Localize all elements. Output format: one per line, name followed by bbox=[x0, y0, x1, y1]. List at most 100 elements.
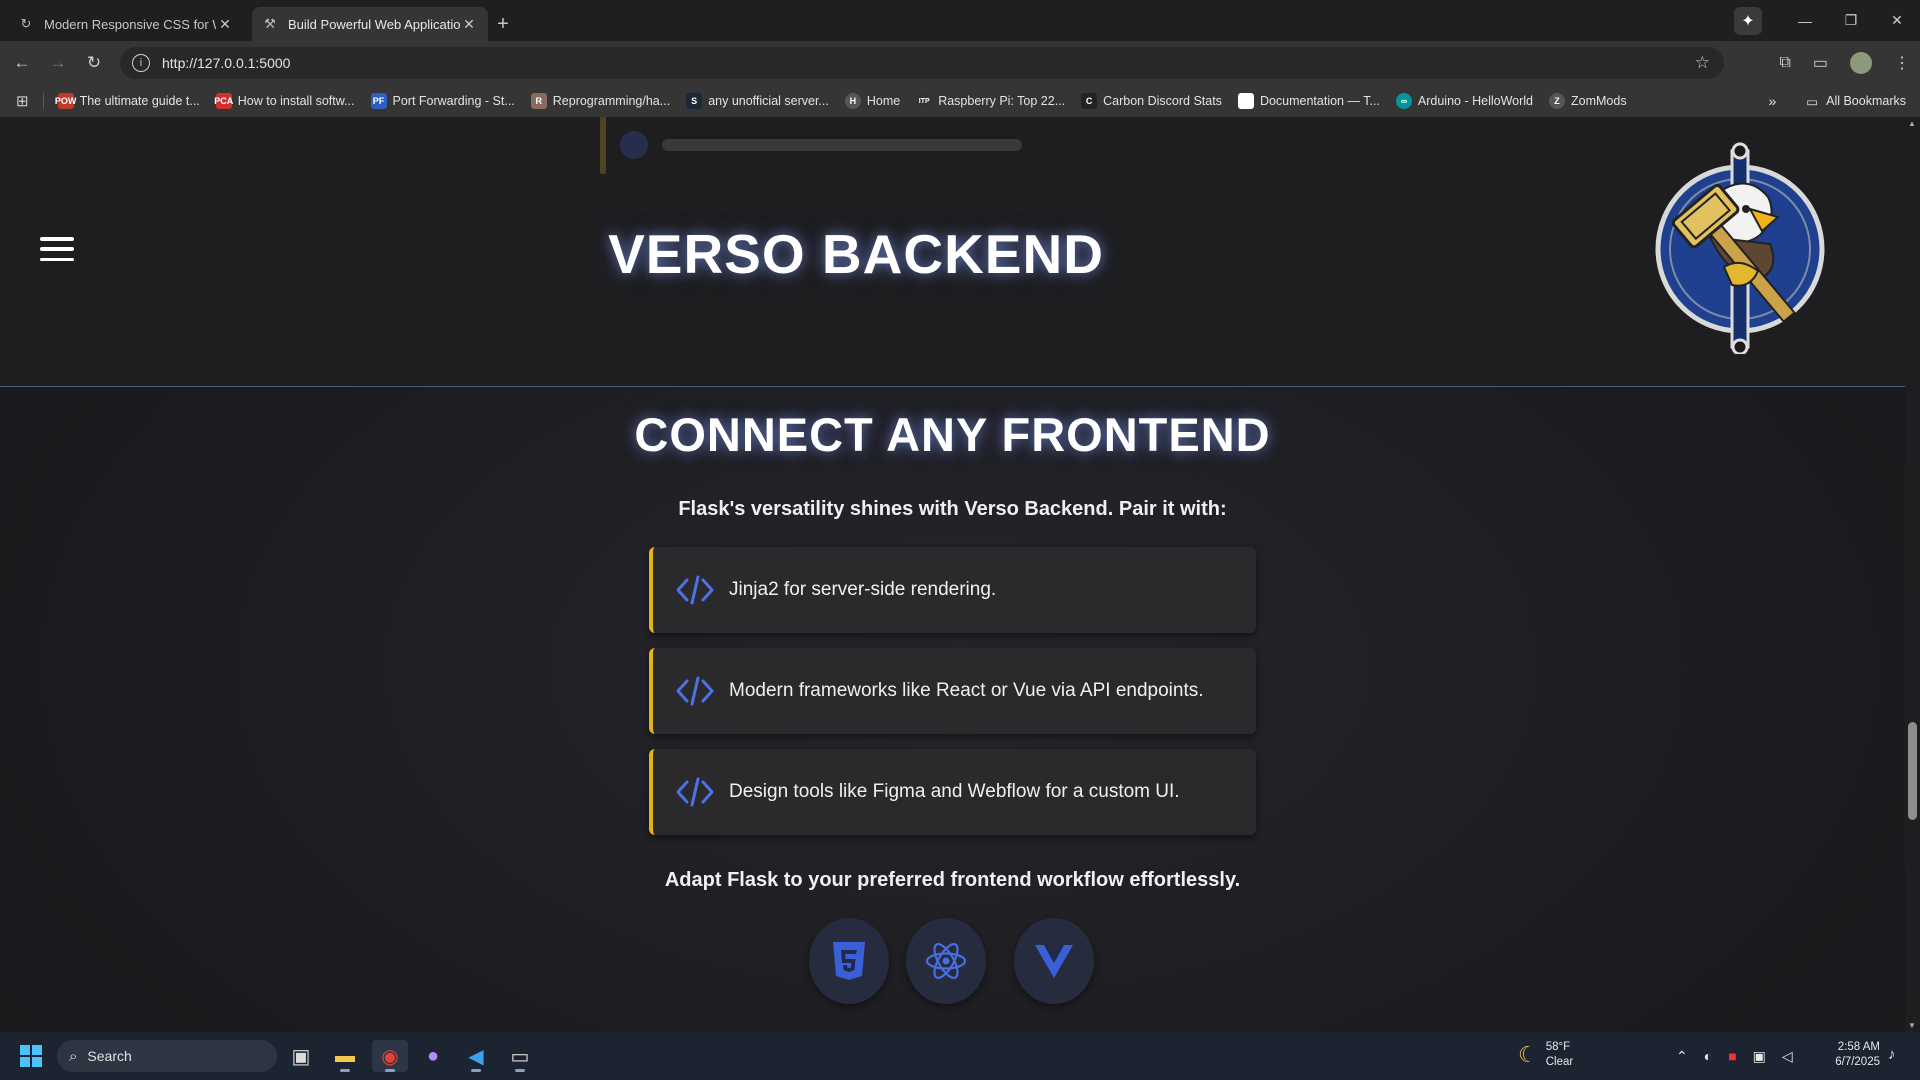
card-text: Design tools like Figma and Webflow for … bbox=[729, 781, 1180, 802]
tab-favicon-icon: ↻ bbox=[20, 16, 32, 31]
system-tray: ⌃ ◐ ■ ▣ ◁ bbox=[1676, 1040, 1793, 1072]
faded-scrolled-card bbox=[600, 117, 1060, 174]
tab-close-icon[interactable]: ✕ bbox=[216, 16, 234, 33]
discord-icon[interactable]: ◐ bbox=[1704, 1048, 1712, 1064]
bookmark-item[interactable]: H Home bbox=[844, 93, 901, 109]
chrome-icon[interactable]: ◉ bbox=[372, 1040, 408, 1072]
page-scrollbar[interactable]: ▲ ▼ bbox=[1905, 117, 1920, 1032]
weather-condition: Clear bbox=[1545, 1056, 1574, 1068]
scroll-up-icon[interactable]: ▲ bbox=[1908, 119, 1916, 128]
weather-widget[interactable]: ☾ 58°F Clear bbox=[1518, 1040, 1573, 1070]
network-icon[interactable]: ▣ bbox=[1753, 1048, 1766, 1065]
gemini-icon[interactable]: ✦ bbox=[1734, 6, 1762, 35]
github-desktop-icon[interactable]: ● bbox=[415, 1040, 451, 1072]
chevron-up-icon[interactable]: ⌃ bbox=[1676, 1048, 1688, 1065]
url-text: http://127.0.0.1:5000 bbox=[162, 55, 291, 71]
page-viewport: VERSO BACKEND CONNECT ANY FRONTEND Flask… bbox=[0, 117, 1920, 1032]
bookmarks-overflow: » ▭ All Bookmarks bbox=[1769, 85, 1907, 117]
scroll-down-icon[interactable]: ▼ bbox=[1908, 1021, 1916, 1030]
split-view-icon[interactable]: ▭ bbox=[1813, 53, 1828, 73]
bookmark-label: Port Forwarding - St... bbox=[392, 94, 515, 108]
browser-tab-strip: ↻ Modern Responsive CSS for We ✕ ⚒ Build… bbox=[0, 0, 1920, 41]
apps-grid-icon[interactable]: ⊞ bbox=[16, 92, 29, 110]
bookmark-label: Raspberry Pi: Top 22... bbox=[938, 94, 1066, 108]
file-explorer-icon[interactable]: ▬ bbox=[327, 1040, 363, 1072]
html5-icon bbox=[809, 918, 889, 1004]
url-input[interactable]: i http://127.0.0.1:5000 ☆ bbox=[120, 47, 1724, 79]
bookmark-favicon-icon: Z bbox=[1549, 93, 1566, 109]
bookmark-item[interactable]: Z ZomMods bbox=[1549, 93, 1627, 109]
taskbar-search-input[interactable]: ⌕ Search bbox=[57, 1040, 277, 1072]
reload-icon[interactable]: ↻ bbox=[76, 53, 112, 73]
site-info-icon[interactable]: i bbox=[132, 54, 150, 72]
bookmark-label: Arduino - HelloWorld bbox=[1417, 94, 1534, 108]
forward-icon[interactable]: → bbox=[40, 53, 76, 73]
bookmark-label: The ultimate guide t... bbox=[79, 94, 200, 108]
bookmark-item[interactable]: PCA How to install softw... bbox=[214, 93, 355, 109]
folder-icon: ▭ bbox=[1806, 94, 1819, 109]
profile-avatar[interactable] bbox=[1850, 52, 1872, 74]
card-text: Modern frameworks like React or Vue via … bbox=[729, 680, 1204, 701]
bookmark-item[interactable]: Documentation — T... bbox=[1237, 93, 1380, 109]
moon-icon: ☾ bbox=[1518, 1042, 1538, 1067]
bookmark-item[interactable]: R Reprogramming/ha... bbox=[530, 93, 671, 109]
tab-modern-responsive-css[interactable]: ↻ Modern Responsive CSS for We ✕ bbox=[8, 7, 244, 41]
bookmark-item[interactable]: Sany unofficial server... bbox=[686, 93, 829, 109]
bookmark-favicon-icon: PF bbox=[370, 93, 387, 109]
tab-close-icon[interactable]: ✕ bbox=[460, 16, 478, 33]
bookmarks-divider bbox=[42, 93, 44, 109]
scrollbar-thumb[interactable] bbox=[1908, 722, 1917, 820]
bookmark-favicon-icon: POW bbox=[55, 93, 76, 109]
bookmark-item[interactable]: PF Port Forwarding - St... bbox=[370, 93, 515, 109]
search-icon: ⌕ bbox=[69, 1047, 78, 1065]
tab-title: Build Powerful Web Application bbox=[288, 16, 460, 32]
tab-favicon-icon: ⚒ bbox=[264, 16, 276, 31]
bookmark-favicon-icon: H bbox=[844, 93, 861, 109]
back-icon[interactable]: ← bbox=[4, 53, 40, 73]
tab-title: Modern Responsive CSS for We bbox=[44, 16, 216, 32]
toolbar-actions: ⧉ ▭ ⋮ bbox=[1779, 41, 1910, 85]
section-lead: Flask's versatility shines with Verso Ba… bbox=[678, 498, 1227, 520]
clock-date: 6/7/2025 bbox=[1835, 1056, 1880, 1068]
site-header: VERSO BACKEND bbox=[0, 117, 1905, 387]
section-heading: CONNECT ANY FRONTEND bbox=[634, 408, 1271, 461]
extensions-icon[interactable]: ⧉ bbox=[1779, 54, 1790, 72]
chevron-double-right-icon[interactable]: » bbox=[1769, 93, 1777, 109]
bookmark-item[interactable]: C Carbon Discord Stats bbox=[1081, 93, 1222, 109]
app-tray-icon[interactable]: ■ bbox=[1728, 1048, 1736, 1064]
windows-start-icon[interactable] bbox=[20, 1045, 42, 1067]
bookmark-label: ZomMods bbox=[1571, 94, 1627, 108]
bookmark-star-icon[interactable]: ☆ bbox=[1695, 53, 1710, 73]
bookmark-label: Home bbox=[866, 94, 901, 108]
vscode-icon[interactable]: ◀ bbox=[458, 1040, 494, 1072]
windows-taskbar: ⌕ Search ▣ ▬ ◉ ● ◀ ▭ ☾ 58°F Clear ⌃ ◐ ■ … bbox=[0, 1032, 1920, 1080]
bookmark-favicon-icon bbox=[1237, 93, 1254, 109]
bookmark-favicon-icon: C bbox=[1081, 93, 1098, 109]
address-toolbar: ← → ↻ i http://127.0.0.1:5000 ☆ ⧉ ▭ ⋮ bbox=[0, 41, 1920, 85]
bookmark-favicon-icon: ITP bbox=[916, 93, 933, 109]
minimize-icon[interactable]: — bbox=[1782, 13, 1828, 29]
window-controls: ✦ — ❐ ✕ bbox=[1734, 0, 1920, 41]
terminal-icon[interactable]: ▭ bbox=[502, 1040, 538, 1072]
bookmark-item[interactable]: ∞ Arduino - HelloWorld bbox=[1395, 93, 1534, 109]
bookmark-favicon-icon: R bbox=[530, 93, 547, 109]
menu-kebab-icon[interactable]: ⋮ bbox=[1894, 53, 1910, 73]
bookmark-label: How to install softw... bbox=[237, 94, 355, 108]
bookmark-label: Reprogramming/ha... bbox=[552, 94, 671, 108]
code-icon bbox=[676, 575, 714, 605]
frontend-option-card: Design tools like Figma and Webflow for … bbox=[649, 749, 1256, 835]
restore-icon[interactable]: ❐ bbox=[1828, 12, 1874, 29]
bookmark-item[interactable]: POW The ultimate guide t... bbox=[55, 93, 200, 109]
close-window-icon[interactable]: ✕ bbox=[1874, 12, 1920, 29]
tab-build-powerful-web-application[interactable]: ⚒ Build Powerful Web Application ✕ bbox=[252, 7, 488, 41]
notification-bell-icon[interactable]: ♪ bbox=[1888, 1046, 1896, 1063]
eagle-hammer-logo bbox=[1655, 142, 1825, 354]
task-view-icon[interactable]: ▣ bbox=[283, 1040, 319, 1072]
all-bookmarks-link[interactable]: All Bookmarks bbox=[1826, 94, 1906, 108]
vue-icon bbox=[1014, 918, 1094, 1004]
taskbar-clock[interactable]: 2:58 AM 6/7/2025 bbox=[1820, 1040, 1880, 1070]
bookmark-item[interactable]: ITP Raspberry Pi: Top 22... bbox=[916, 93, 1065, 109]
new-tab-button[interactable]: + bbox=[488, 7, 518, 41]
bookmark-favicon-icon: S bbox=[686, 93, 703, 109]
volume-icon[interactable]: ◁ bbox=[1782, 1048, 1793, 1065]
